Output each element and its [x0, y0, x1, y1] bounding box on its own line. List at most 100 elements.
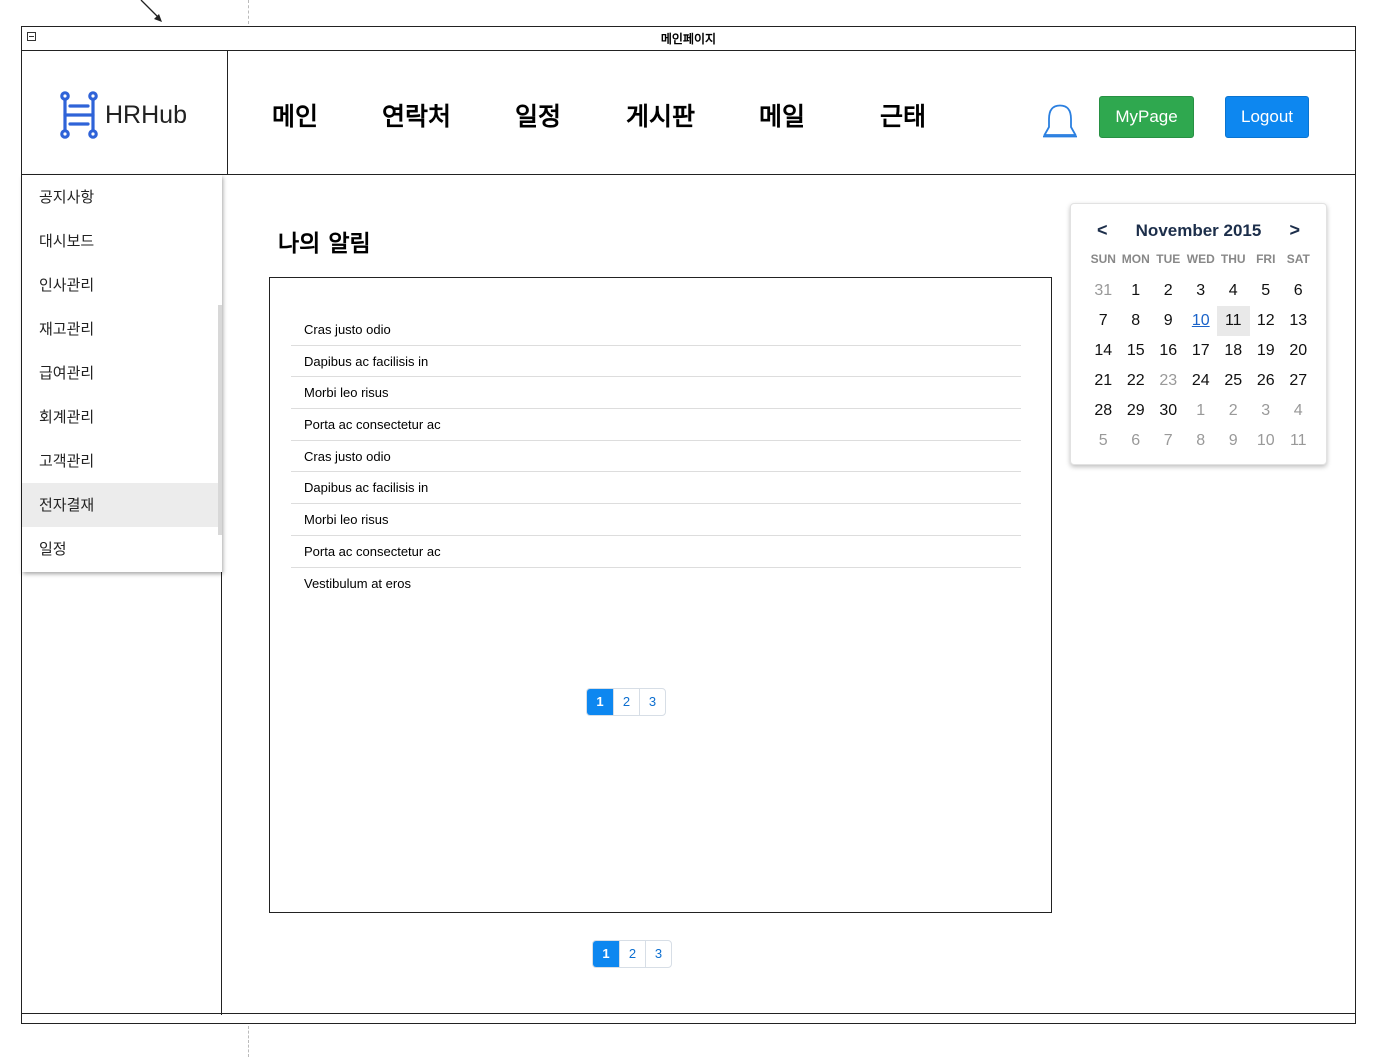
- calendar-day[interactable]: 6: [1120, 426, 1153, 456]
- logo[interactable]: HRHub: [58, 91, 187, 139]
- calendar-day[interactable]: 10: [1185, 306, 1218, 336]
- page-button-3[interactable]: 3: [645, 941, 671, 967]
- calendar-day[interactable]: 4: [1282, 396, 1315, 426]
- calendar-day[interactable]: 15: [1120, 336, 1153, 366]
- outer-pagination: 1 2 3: [592, 940, 672, 968]
- sidebar-menu: 공지사항 대시보드 인사관리 재고관리 급여관리 회계관리 고객관리 전자결재 …: [22, 175, 222, 572]
- nav-item-attendance[interactable]: 근태: [880, 97, 926, 133]
- calendar-weekday: FRI: [1256, 252, 1276, 266]
- calendar-day[interactable]: 26: [1250, 366, 1283, 396]
- calendar-day[interactable]: 3: [1250, 396, 1283, 426]
- nav-item-board[interactable]: 게시판: [626, 97, 695, 133]
- sidebar-item-approval[interactable]: 전자결재: [22, 483, 222, 527]
- footer-divider: [22, 1013, 1355, 1014]
- calendar-day[interactable]: 5: [1087, 426, 1120, 456]
- sidebar-item-accounting[interactable]: 회계관리: [22, 395, 222, 439]
- calendar-month-title: November 2015: [1135, 221, 1262, 240]
- calendar-day[interactable]: 22: [1120, 366, 1153, 396]
- calendar-day[interactable]: 21: [1087, 366, 1120, 396]
- calendar-day[interactable]: 11: [1282, 426, 1315, 456]
- sidebar-item-payroll[interactable]: 급여관리: [22, 351, 222, 395]
- calendar-day[interactable]: 20: [1282, 336, 1315, 366]
- calendar-day[interactable]: 31: [1087, 276, 1120, 306]
- calendar-day[interactable]: 14: [1087, 336, 1120, 366]
- calendar-day[interactable]: 2: [1217, 396, 1250, 426]
- logout-button[interactable]: Logout: [1225, 96, 1309, 138]
- calendar-day[interactable]: 6: [1282, 276, 1315, 306]
- calendar-day[interactable]: 10: [1250, 426, 1283, 456]
- list-item[interactable]: Cras justo odio: [291, 441, 1021, 473]
- sidebar-item-dashboard[interactable]: 대시보드: [22, 219, 222, 263]
- sidebar-item-notices[interactable]: 공지사항: [22, 175, 222, 219]
- calendar-weekday: SAT: [1286, 252, 1310, 266]
- calendar-next-button[interactable]: >: [1289, 220, 1300, 241]
- calendar-day[interactable]: 17: [1185, 336, 1218, 366]
- list-item[interactable]: Porta ac consectetur ac: [291, 409, 1021, 441]
- calendar-day[interactable]: 16: [1152, 336, 1185, 366]
- calendar-day[interactable]: 3: [1185, 276, 1218, 306]
- logo-text: HRHub: [105, 100, 187, 129]
- list-item[interactable]: Porta ac consectetur ac: [291, 536, 1021, 568]
- notification-panel: Cras justo odio Dapibus ac facilisis in …: [269, 277, 1052, 913]
- title-bar: 메인페이지: [22, 27, 1355, 51]
- guide-line-top: [248, 0, 249, 24]
- nav-item-schedule[interactable]: 일정: [515, 97, 561, 133]
- calendar-day[interactable]: 4: [1217, 276, 1250, 306]
- calendar-day[interactable]: 9: [1217, 426, 1250, 456]
- arrow-icon: [140, 0, 162, 22]
- page-title: 나의 알림: [278, 231, 371, 257]
- list-item[interactable]: Dapibus ac facilisis in: [291, 346, 1021, 378]
- page-button-1[interactable]: 1: [593, 941, 619, 967]
- page-button-3[interactable]: 3: [639, 689, 665, 715]
- calendar-day[interactable]: 13: [1282, 306, 1315, 336]
- calendar-weekday: TUE: [1156, 252, 1181, 266]
- calendar-day[interactable]: 8: [1185, 426, 1218, 456]
- calendar-day[interactable]: 28: [1087, 396, 1120, 426]
- mypage-button[interactable]: MyPage: [1099, 96, 1194, 138]
- inner-pagination: 1 2 3: [586, 688, 666, 716]
- sidebar-item-hr[interactable]: 인사관리: [22, 263, 222, 307]
- calendar-day[interactable]: 23: [1152, 366, 1185, 396]
- calendar-day[interactable]: 29: [1120, 396, 1153, 426]
- minimize-icon[interactable]: [27, 32, 36, 41]
- calendar-day[interactable]: 25: [1217, 366, 1250, 396]
- calendar-day[interactable]: 18: [1217, 336, 1250, 366]
- list-item[interactable]: Dapibus ac facilisis in: [291, 472, 1021, 505]
- calendar-day[interactable]: 24: [1185, 366, 1218, 396]
- hrhub-logo-icon: [60, 91, 98, 139]
- page-button-2[interactable]: 2: [619, 941, 645, 967]
- sidebar-item-schedule[interactable]: 일정: [22, 527, 222, 571]
- list-item[interactable]: Morbi leo risus: [291, 504, 1021, 536]
- calendar-day[interactable]: 9: [1152, 306, 1185, 336]
- calendar-day[interactable]: 1: [1120, 276, 1153, 306]
- calendar-day[interactable]: 12: [1250, 306, 1283, 336]
- calendar-day[interactable]: 19: [1250, 336, 1283, 366]
- calendar-day[interactable]: 7: [1087, 306, 1120, 336]
- list-item[interactable]: Vestibulum at eros: [291, 568, 1021, 600]
- calendar-day[interactable]: 11: [1217, 306, 1250, 336]
- calendar-weekday: WED: [1186, 252, 1215, 266]
- calendar-day[interactable]: 7: [1152, 426, 1185, 456]
- notification-list: Cras justo odio Dapibus ac facilisis in …: [291, 314, 1021, 599]
- calendar-day[interactable]: 2: [1152, 276, 1185, 306]
- page-button-2[interactable]: 2: [613, 689, 639, 715]
- calendar-day[interactable]: 5: [1250, 276, 1283, 306]
- calendar-weekday: THU: [1220, 252, 1246, 266]
- calendar-day[interactable]: 1: [1185, 396, 1218, 426]
- sidebar-item-inventory[interactable]: 재고관리: [22, 307, 222, 351]
- nav-item-contacts[interactable]: 연락처: [382, 97, 451, 133]
- page-button-1[interactable]: 1: [587, 689, 613, 715]
- sidebar-scrollbar[interactable]: [218, 305, 222, 535]
- calendar-day[interactable]: 30: [1152, 396, 1185, 426]
- list-item[interactable]: Morbi leo risus: [291, 377, 1021, 410]
- nav-item-mail[interactable]: 메일: [759, 97, 805, 133]
- window-title: 메인페이지: [660, 32, 717, 46]
- sidebar-item-customers[interactable]: 고객관리: [22, 439, 222, 483]
- calendar-day[interactable]: 27: [1282, 366, 1315, 396]
- calendar-day[interactable]: 8: [1120, 306, 1153, 336]
- nav-item-main[interactable]: 메인: [272, 97, 318, 133]
- logo-area: HRHub: [22, 51, 228, 175]
- calendar-weekdays: SUN MON TUE WED THU FRI SAT: [1087, 252, 1315, 266]
- list-item[interactable]: Cras justo odio: [291, 314, 1021, 346]
- bell-icon[interactable]: [1042, 103, 1078, 139]
